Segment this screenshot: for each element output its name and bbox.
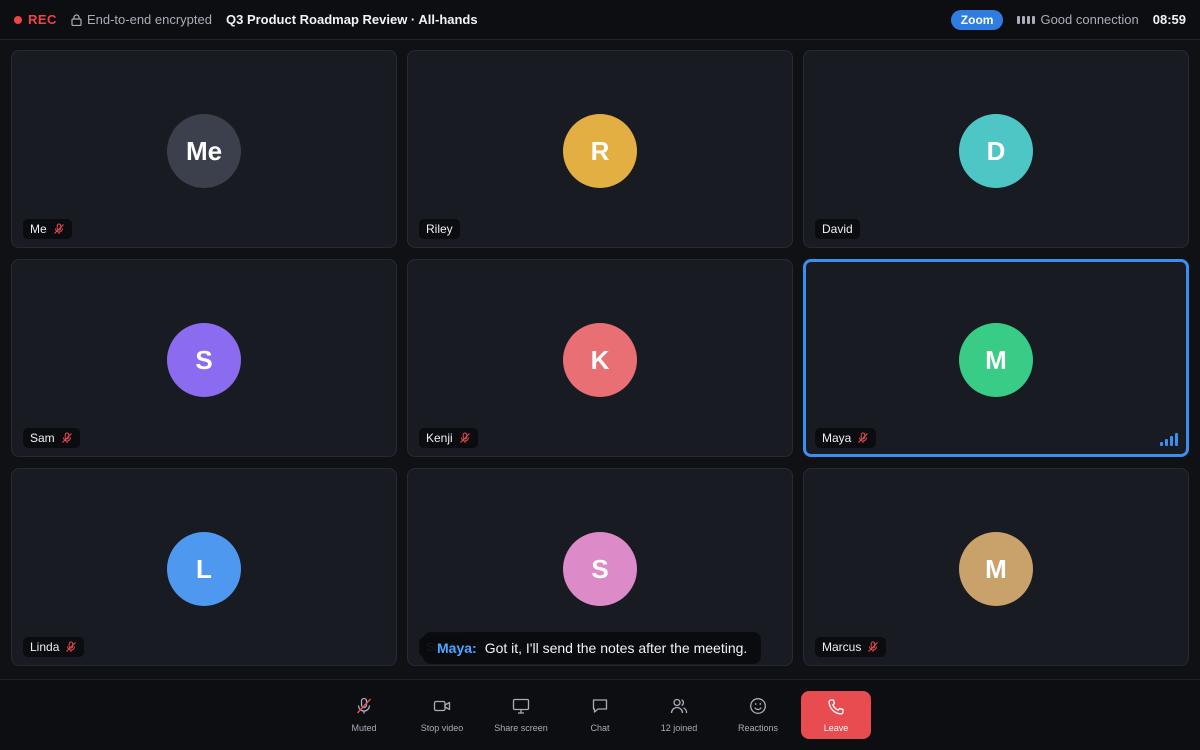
stop-video-button[interactable]: Stop video: [405, 690, 479, 740]
phone-hangup-icon: [828, 699, 844, 715]
caption-text: Got it, I'll send the notes after the me…: [484, 640, 748, 656]
avatar: Me: [167, 114, 241, 188]
avatar: R: [563, 114, 637, 188]
participant-tile[interactable]: D David: [803, 50, 1189, 248]
meeting-title: Q3 Product Roadmap Review · All-hands: [225, 12, 478, 27]
participant-name: Riley: [426, 222, 453, 236]
participant-nameplate: Kenji: [419, 428, 478, 448]
participants-button[interactable]: 12 joined: [642, 690, 716, 740]
monitor-icon: [512, 698, 530, 714]
mute-label: Muted: [351, 723, 377, 733]
avatar: L: [167, 532, 241, 606]
participant-nameplate: Marcus: [815, 637, 887, 657]
recording-indicator: REC: [14, 12, 57, 27]
participant-name: Sam: [30, 431, 55, 445]
app-badge[interactable]: Zoom: [950, 9, 1004, 30]
people-icon: [670, 698, 688, 714]
participant-name: Linda: [30, 640, 60, 654]
leave-label: Leave: [823, 723, 849, 733]
microphone-muted-icon: [61, 432, 72, 443]
mute-button[interactable]: Muted: [327, 690, 401, 740]
participant-name: Kenji: [426, 431, 453, 445]
participant-tile[interactable]: L Linda: [11, 468, 397, 666]
top-right-status: Zoom Good connection 08:59: [950, 9, 1186, 30]
meeting-timer: 08:59: [1152, 12, 1186, 27]
participant-nameplate: Linda: [23, 637, 85, 657]
share-screen-button[interactable]: Share screen: [484, 690, 558, 740]
participant-nameplate: Maya: [815, 428, 877, 448]
avatar: M: [959, 532, 1033, 606]
encryption-status[interactable]: End-to-end encrypted: [71, 12, 212, 27]
participant-nameplate: Sam: [23, 428, 80, 448]
record-dot-icon: [14, 15, 22, 24]
control-bar: Muted Stop video Share screen Chat 12 jo…: [0, 679, 1200, 750]
reactions-label: Reactions: [737, 723, 779, 733]
participant-tile[interactable]: M Marcus: [803, 468, 1189, 666]
rec-label: REC: [28, 12, 57, 27]
reactions-button[interactable]: Reactions: [721, 690, 795, 740]
encryption-label: End-to-end encrypted: [86, 12, 212, 27]
lock-icon: [71, 13, 82, 26]
smiley-icon: [750, 698, 766, 714]
caption-speaker: Maya:: [437, 640, 477, 656]
connection-status[interactable]: Good connection: [1017, 12, 1139, 27]
participant-name: Marcus: [822, 640, 862, 654]
participant-nameplate: David: [815, 219, 860, 239]
participant-tile[interactable]: S Sam: [11, 259, 397, 457]
top-bar: REC End-to-end encrypted Q3 Product Road…: [0, 0, 1200, 40]
avatar: D: [959, 114, 1033, 188]
participant-tile[interactable]: K Kenji: [407, 259, 793, 457]
chat-label: Chat: [590, 723, 610, 733]
participant-tile[interactable]: M Maya: [803, 259, 1189, 457]
participant-tile[interactable]: R Riley: [407, 50, 793, 248]
microphone-muted-icon: [53, 223, 64, 234]
chat-button[interactable]: Chat: [563, 690, 637, 740]
video-camera-icon: [433, 700, 451, 712]
participant-nameplate: Me: [23, 219, 72, 239]
avatar: S: [563, 532, 637, 606]
connection-label: Good connection: [1040, 12, 1139, 27]
meeting-window: REC End-to-end encrypted Q3 Product Road…: [0, 0, 1200, 750]
connection-bars-icon: [1017, 15, 1036, 24]
leave-button[interactable]: Leave: [801, 691, 871, 739]
chat-bubble-icon: [592, 699, 608, 713]
participants-label: 12 joined: [660, 723, 698, 733]
participant-name: Maya: [822, 431, 852, 445]
avatar: S: [167, 323, 241, 397]
video-label: Stop video: [420, 723, 464, 733]
microphone-off-icon: [356, 697, 372, 714]
participant-name: David: [822, 222, 853, 236]
microphone-muted-icon: [459, 432, 470, 443]
participant-grid: MeMeRRileyDDavidSSamKKenjiMMayaLLindaSSa…: [11, 50, 1189, 667]
avatar: M: [959, 323, 1033, 397]
microphone-muted-icon: [66, 641, 77, 652]
participant-name: Me: [30, 222, 47, 236]
participant-tile[interactable]: Me Me: [11, 50, 397, 248]
live-caption: Maya: Got it, I'll send the notes after …: [423, 632, 762, 664]
participant-nameplate: Riley: [419, 219, 460, 239]
share-label: Share screen: [494, 723, 548, 733]
microphone-muted-icon: [868, 641, 879, 652]
audio-level-icon: [1160, 433, 1178, 446]
microphone-muted-icon: [858, 432, 869, 443]
avatar: K: [563, 323, 637, 397]
